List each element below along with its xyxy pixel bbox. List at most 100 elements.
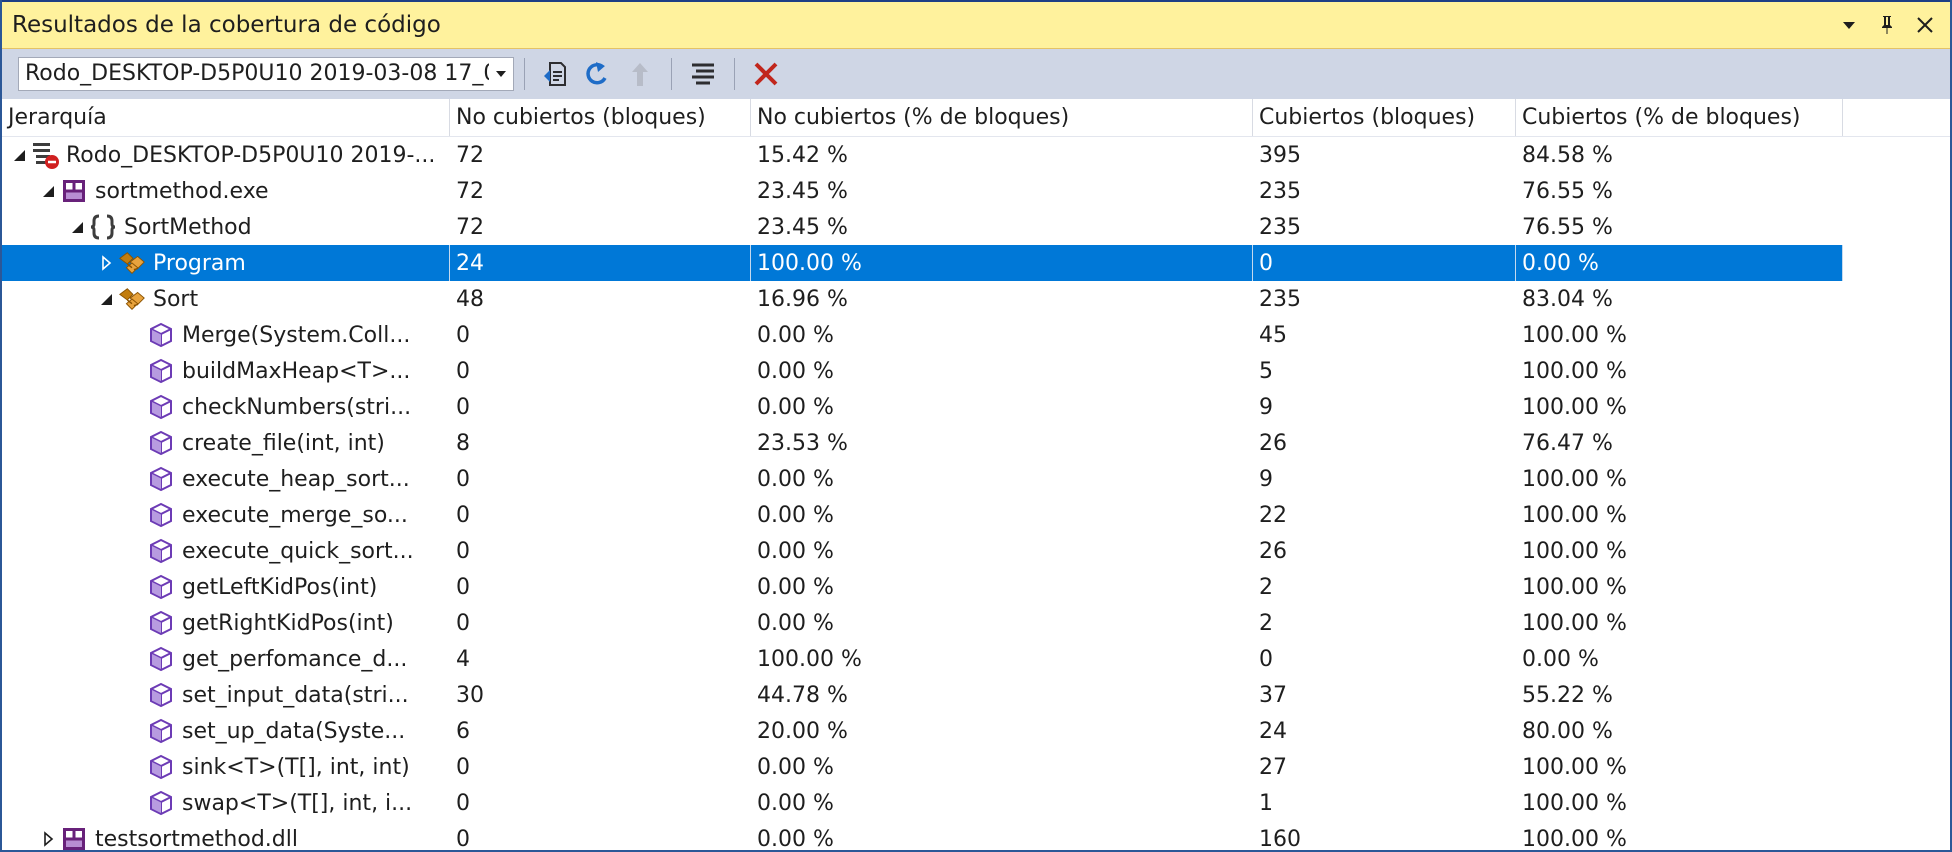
table-row[interactable]: Program 24 100.00 % 0 0.00 % <box>2 245 1950 281</box>
covered-blocks-cell: 0 <box>1253 245 1516 281</box>
table-row[interactable]: getLeftKidPos(int) 0 0.00 % 2 100.00 % <box>2 569 1950 605</box>
table-row[interactable]: set_up_data(Syste... 6 20.00 % 24 80.00 % <box>2 713 1950 749</box>
row-filler <box>1843 173 1950 209</box>
column-header-covered-blocks[interactable]: Cubiertos (bloques) <box>1253 99 1516 136</box>
expand-collapse-icon[interactable] <box>37 180 59 202</box>
not-covered-blocks-cell: 30 <box>456 682 484 708</box>
expand-arrow-icon[interactable] <box>95 252 117 274</box>
export-results-icon[interactable] <box>539 57 573 91</box>
node-name: SortMethod <box>124 214 252 240</box>
not-covered-percent-cell: 0.00 % <box>757 610 834 636</box>
expand-collapse-icon[interactable] <box>8 144 30 166</box>
table-row[interactable]: execute_heap_sort... 0 0.00 % 9 100.00 % <box>2 461 1950 497</box>
table-row[interactable]: getRightKidPos(int) 0 0.00 % 2 100.00 % <box>2 605 1950 641</box>
dropdown-menu-icon[interactable] <box>1836 12 1862 38</box>
expand-collapse-icon[interactable] <box>66 216 88 238</box>
close-icon[interactable] <box>1912 12 1938 38</box>
table-row[interactable]: sink<T>(T[], int, int) 0 0.00 % 27 100.00 % <box>2 749 1950 785</box>
table-row[interactable]: execute_quick_sort... 0 0.00 % 26 100.00 % <box>2 533 1950 569</box>
not-covered-blocks-cell: 0 <box>456 358 470 384</box>
row-filler <box>1843 137 1950 173</box>
method-icon <box>146 428 176 458</box>
covered-percent-cell: 84.58 % <box>1522 142 1613 168</box>
column-header-not-covered-percent[interactable]: No cubiertos (% de bloques) <box>751 99 1253 136</box>
node-name: sortmethod.exe <box>95 178 269 204</box>
table-row[interactable]: Merge(System.Coll... 0 0.00 % 45 100.00 % <box>2 317 1950 353</box>
covered-percent-cell: 100.00 % <box>1522 466 1627 492</box>
row-filler <box>1843 425 1950 461</box>
covered-blocks-cell: 1 <box>1259 790 1273 816</box>
pin-icon[interactable] <box>1874 12 1900 38</box>
table-row[interactable]: get_perfomance_d... 4 100.00 % 0 0.00 % <box>2 641 1950 677</box>
covered-blocks-cell: 0 <box>1259 646 1273 672</box>
expand-arrow-icon[interactable] <box>37 828 59 850</box>
not-covered-blocks-cell: 48 <box>456 286 484 312</box>
not-covered-blocks-cell: 6 <box>456 718 470 744</box>
not-covered-percent-cell: 44.78 % <box>757 682 848 708</box>
table-row[interactable]: execute_merge_so... 0 0.00 % 22 100.00 % <box>2 497 1950 533</box>
column-header-filler <box>1843 99 1950 136</box>
table-row[interactable]: swap<T>(T[], int, i... 0 0.00 % 1 100.00 % <box>2 785 1950 821</box>
import-results-icon[interactable] <box>581 57 615 91</box>
not-covered-percent-cell: 0.00 % <box>757 538 834 564</box>
covered-percent-cell: 100.00 % <box>1522 754 1627 780</box>
method-icon <box>146 608 176 638</box>
namespace-icon <box>88 212 118 242</box>
not-covered-blocks-cell: 0 <box>456 322 470 348</box>
covered-blocks-cell: 2 <box>1259 610 1273 636</box>
not-covered-percent-cell: 0.00 % <box>757 466 834 492</box>
panel-title-controls <box>1836 12 1950 38</box>
not-covered-percent-cell: 100.00 % <box>751 245 1253 281</box>
not-covered-percent-cell: 16.96 % <box>757 286 848 312</box>
table-row[interactable]: checkNumbers(stri... 0 0.00 % 9 100.00 % <box>2 389 1950 425</box>
table-row[interactable]: set_input_data(stri... 30 44.78 % 37 55.22 % <box>2 677 1950 713</box>
coverage-table-header: Jerarquía No cubiertos (bloques) No cubi… <box>2 99 1950 137</box>
not-covered-blocks-cell: 0 <box>456 754 470 780</box>
not-covered-percent-cell: 0.00 % <box>757 358 834 384</box>
row-filler <box>1843 281 1950 317</box>
hierarchy-cell: Program <box>2 245 450 281</box>
column-header-not-covered-blocks[interactable]: No cubiertos (bloques) <box>450 99 751 136</box>
covered-blocks-cell: 160 <box>1259 826 1301 852</box>
table-row[interactable]: SortMethod 72 23.45 % 235 76.55 % <box>2 209 1950 245</box>
covered-percent-cell: 76.47 % <box>1522 430 1613 456</box>
table-row[interactable]: Rodo_DESKTOP-D5P0U10 2019-... 72 15.42 % 39… <box>2 137 1950 173</box>
expand-collapse-icon[interactable] <box>95 288 117 310</box>
node-name: getRightKidPos(int) <box>182 610 394 636</box>
table-row[interactable]: create_file(int, int) 8 23.53 % 26 76.47 % <box>2 425 1950 461</box>
merge-results-icon[interactable] <box>686 57 720 91</box>
coverage-run-selector[interactable]: Rodo_DESKTOP-D5P0U10 2019-03-08 17_0 <box>18 56 514 91</box>
go-to-parent-icon[interactable] <box>623 57 657 91</box>
covered-blocks-cell: 37 <box>1259 682 1287 708</box>
toolbar-separator <box>734 57 735 90</box>
not-covered-blocks-cell: 4 <box>456 646 470 672</box>
node-name: execute_quick_sort... <box>182 538 414 564</box>
row-filler <box>1843 713 1950 749</box>
table-row[interactable]: testsortmethod.dll 0 0.00 % 160 100.00 % <box>2 821 1950 852</box>
column-header-covered-percent[interactable]: Cubiertos (% de bloques) <box>1516 99 1843 136</box>
covered-percent-cell: 100.00 % <box>1522 358 1627 384</box>
hierarchy-cell: set_up_data(Syste... <box>2 713 450 749</box>
table-row[interactable]: sortmethod.exe 72 23.45 % 235 76.55 % <box>2 173 1950 209</box>
covered-blocks-cell: 235 <box>1259 286 1301 312</box>
table-row[interactable]: Sort 48 16.96 % 235 83.04 % <box>2 281 1950 317</box>
table-row[interactable]: buildMaxHeap<T>... 0 0.00 % 5 100.00 % <box>2 353 1950 389</box>
not-covered-blocks-cell: 72 <box>456 178 484 204</box>
covered-blocks-cell: 5 <box>1259 358 1273 384</box>
row-filler <box>1843 461 1950 497</box>
delete-results-icon[interactable] <box>749 57 783 91</box>
column-header-hierarchy[interactable]: Jerarquía <box>2 99 450 136</box>
hierarchy-cell: execute_heap_sort... <box>2 461 450 497</box>
method-icon <box>146 392 176 422</box>
panel-title-bar: Resultados de la cobertura de código <box>2 0 1950 49</box>
method-icon <box>146 752 176 782</box>
hierarchy-cell: getLeftKidPos(int) <box>2 569 450 605</box>
not-covered-percent-cell: 23.45 % <box>757 178 848 204</box>
row-filler <box>1843 533 1950 569</box>
not-covered-blocks-cell: 0 <box>456 790 470 816</box>
